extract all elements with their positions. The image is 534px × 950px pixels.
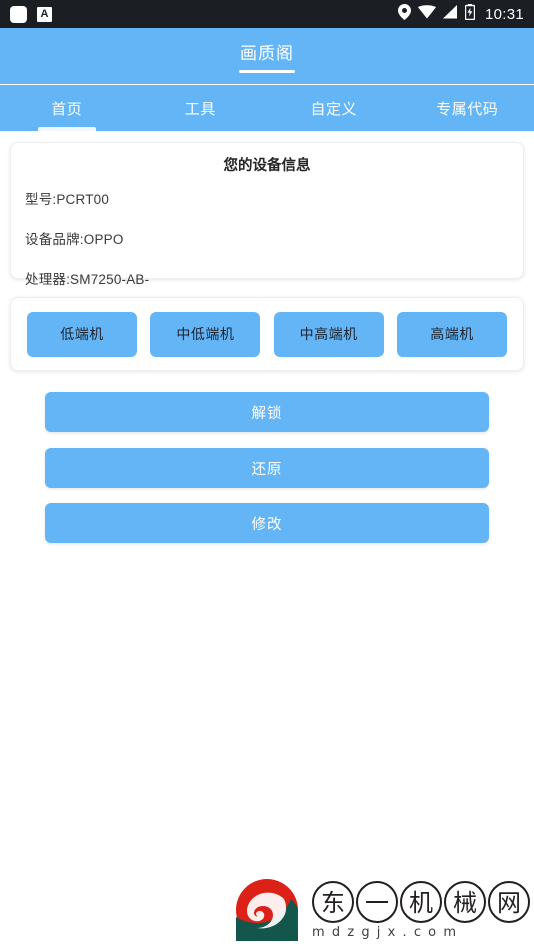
unlock-button[interactable]: 解锁	[45, 392, 489, 432]
watermark-char-2: 一	[356, 881, 398, 923]
watermark-logo-icon	[236, 879, 298, 941]
watermark-char-1: 东	[312, 881, 354, 923]
letter-a-icon: A	[37, 6, 52, 22]
app-square-icon	[10, 5, 27, 23]
status-bar-left: A	[10, 5, 52, 23]
watermark: 东 一 机 械 网 mdzgjx.com	[236, 879, 530, 945]
signal-bars-icon	[442, 4, 458, 24]
restore-button[interactable]: 还原	[45, 448, 489, 488]
watermark-char-5: 网	[488, 881, 530, 923]
watermark-url: mdzgjx.com	[312, 925, 464, 940]
device-info-title: 您的设备信息	[223, 158, 311, 174]
device-brand-row: 设备品牌:OPPO	[25, 232, 124, 247]
page-title: 画质阁	[240, 44, 294, 63]
battery-charging-icon	[464, 3, 476, 25]
tab-exclusive-code-label: 专属代码	[436, 100, 499, 118]
tab-home-label: 首页	[51, 100, 83, 118]
watermark-char-4: 械	[444, 881, 486, 923]
app-root: A 10:31 画质阁 首页 工具 自定义 专属代码 您的设备信息 型号:PCR…	[0, 0, 534, 950]
status-bar: A 10:31	[0, 0, 534, 28]
watermark-char-3: 机	[400, 881, 442, 923]
tier-button-low[interactable]: 低端机	[27, 311, 137, 357]
title-underline	[239, 70, 295, 73]
tab-home-indicator	[37, 127, 96, 131]
device-model-row: 型号:PCRT00	[25, 192, 110, 207]
tab-custom-label: 自定义	[310, 100, 357, 118]
tier-button-mid-low[interactable]: 中低端机	[150, 311, 261, 357]
watermark-characters: 东 一 机 械 网	[312, 881, 530, 923]
location-pin-icon	[397, 3, 411, 25]
device-info-card: 您的设备信息 型号:PCRT00 设备品牌:OPPO 处理器:SM7250-AB…	[10, 142, 524, 287]
tier-button-high[interactable]: 高端机	[396, 311, 507, 357]
device-processor-row: 处理器:SM7250-AB-	[25, 272, 150, 287]
tab-tools-label: 工具	[184, 100, 216, 118]
tab-custom[interactable]: 自定义	[267, 85, 401, 131]
modify-button[interactable]: 修改	[45, 503, 489, 543]
tab-tools[interactable]: 工具	[134, 85, 268, 131]
tab-home[interactable]: 首页	[0, 85, 134, 131]
tab-bar: 首页 工具 自定义 专属代码	[0, 85, 534, 131]
device-tier-card: 低端机 中低端机 中高端机 高端机	[10, 297, 524, 371]
tab-exclusive-code[interactable]: 专属代码	[401, 85, 534, 131]
app-header: 画质阁	[0, 28, 534, 84]
status-bar-clock: 10:31	[484, 5, 524, 23]
tier-button-mid-high[interactable]: 中高端机	[273, 311, 384, 357]
wifi-icon	[417, 4, 436, 24]
status-bar-right: 10:31	[397, 3, 524, 25]
